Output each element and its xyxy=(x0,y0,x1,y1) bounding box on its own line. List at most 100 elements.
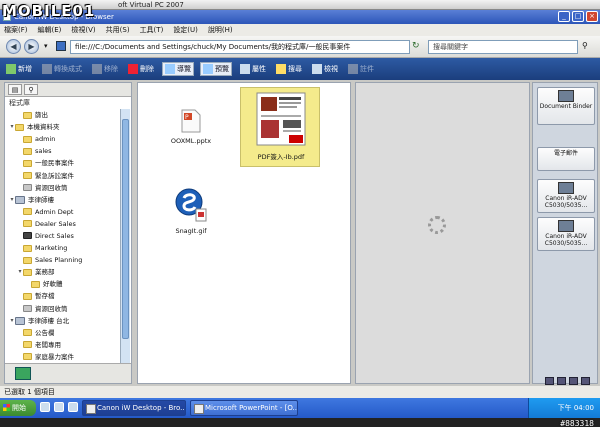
toolbar-button[interactable]: 導覽 xyxy=(162,62,194,76)
menu-item[interactable]: 說明(H) xyxy=(208,24,233,36)
printer-icon xyxy=(558,182,574,194)
help-icon[interactable] xyxy=(581,377,590,385)
menu-item[interactable]: 編輯(E) xyxy=(38,24,62,36)
library-tree-item[interactable]: Marketing xyxy=(5,242,121,254)
media-icon[interactable] xyxy=(68,402,78,412)
library-tree-item[interactable]: Dealer Sales xyxy=(5,218,121,230)
library-tree-label: Direct Sales xyxy=(35,231,74,240)
back-icon[interactable]: ◀ xyxy=(6,39,21,54)
toolbar-button[interactable]: 屬性 xyxy=(238,63,268,75)
library-tree-item[interactable]: 好軟體 xyxy=(5,278,121,290)
library-tree-label: 家庭暴力案件 xyxy=(35,352,74,361)
watermark: #883318 xyxy=(560,419,594,427)
start-button[interactable]: 開始 xyxy=(0,400,36,416)
menu-item[interactable]: 檢視(V) xyxy=(71,24,95,36)
library-tree-item[interactable]: Admin Dept xyxy=(5,206,121,218)
toolbar-button[interactable]: 註件 xyxy=(346,63,376,75)
menu-item[interactable]: 檔案(F) xyxy=(4,24,28,36)
library-tree-label: 暫存檔 xyxy=(35,292,55,301)
library-footer-icon[interactable] xyxy=(15,367,31,380)
toolbar-button-label: 屬性 xyxy=(252,65,266,73)
folder-icon xyxy=(23,135,32,143)
printer-button[interactable]: Canon iR-ADV C5030/5035... xyxy=(537,179,595,213)
maximize-icon[interactable]: □ xyxy=(572,11,584,22)
pdf-thumbnail-icon xyxy=(256,92,306,146)
toolbar-button-icon xyxy=(6,64,16,74)
library-tree-label: 業務部 xyxy=(35,268,55,277)
email-button[interactable]: 電子郵件 xyxy=(537,147,595,171)
task-canon[interactable]: Canon iW Desktop - Bro... xyxy=(82,400,186,416)
toolbar: 新增 轉換成式 移除 刪除 導覽 預覽 屬性 搜尋 檢視 註件 xyxy=(0,58,600,80)
library-tree-item[interactable]: 暫存檔 xyxy=(5,290,121,302)
destination-label: Canon iR-ADV C5030/5035... xyxy=(544,233,588,247)
library-tree-item[interactable]: 家庭暴力案件 xyxy=(5,351,121,363)
toolbar-button[interactable]: 檢視 xyxy=(310,63,340,75)
close-icon[interactable]: × xyxy=(586,11,598,22)
folder-icon xyxy=(23,208,32,216)
ie-icon[interactable] xyxy=(54,402,64,412)
forward-icon[interactable]: ▶ xyxy=(24,39,39,54)
library-tree-item[interactable]: ▾ 業務部 xyxy=(5,266,121,278)
file-item-selected[interactable]: PDF簽入-Ib.pdf xyxy=(250,91,312,161)
printer-button[interactable]: Canon iR-ADV C5030/5035... xyxy=(537,217,595,251)
dropdown-icon[interactable]: ▾ xyxy=(44,42,48,50)
library-tree-item[interactable]: admin xyxy=(5,133,121,145)
library-tree-item[interactable]: Direct Sales xyxy=(5,230,121,242)
toolbar-button-icon xyxy=(240,64,250,74)
address-input[interactable]: file:///C:/Documents and Settings/chuck/… xyxy=(70,40,410,54)
view-icon[interactable] xyxy=(569,377,578,385)
folder-up-icon[interactable] xyxy=(56,41,66,51)
folder-icon xyxy=(23,292,32,300)
toolbar-button[interactable]: 預覽 xyxy=(200,62,232,76)
menu-item[interactable]: 設定(U) xyxy=(173,24,198,36)
library-tree-item[interactable]: 資源回收筒 xyxy=(5,303,121,315)
search-icon[interactable]: ⚲ xyxy=(582,41,588,50)
task-powerpoint[interactable]: Microsoft PowerPoint - [O... xyxy=(190,400,298,416)
view-icon[interactable] xyxy=(545,377,554,385)
toolbar-button[interactable]: 刪除 xyxy=(126,63,156,75)
search-tab-icon[interactable]: ⚲ xyxy=(24,84,38,95)
library-tree-item[interactable]: 公告欄 xyxy=(5,327,121,339)
file-name: SnagIt.gif xyxy=(175,227,207,235)
library-tree-item[interactable]: 資源回收筒 xyxy=(5,182,121,194)
library-tab-icon[interactable]: ▤ xyxy=(8,84,22,95)
folder-icon xyxy=(15,123,24,131)
library-tree-item[interactable]: 一般民事案件 xyxy=(5,157,121,169)
toolbar-button[interactable]: 移除 xyxy=(90,63,120,75)
folder-icon xyxy=(23,329,32,337)
file-name: OOXML.pptx xyxy=(170,137,212,145)
minimize-icon[interactable]: _ xyxy=(558,11,570,22)
library-tree-item[interactable]: sales xyxy=(5,145,121,157)
file-item[interactable]: SnagIt.gif xyxy=(166,187,216,235)
search-input[interactable]: 搜尋關鍵字 xyxy=(428,40,578,54)
folder-icon xyxy=(23,159,32,167)
folder-icon xyxy=(23,172,32,180)
library-tree-item[interactable]: Sales Planning xyxy=(5,254,121,266)
library-tree-item[interactable]: ▾ 李律師樓 xyxy=(5,194,121,206)
desktop-icon[interactable] xyxy=(40,402,50,412)
file-item[interactable]: P OOXML.pptx xyxy=(166,109,216,145)
view-icon[interactable] xyxy=(557,377,566,385)
library-tree-item[interactable]: 篩出 xyxy=(5,109,121,121)
menu-item[interactable]: 工具(T) xyxy=(140,24,164,36)
library-tree-item[interactable]: 緊急訴訟案件 xyxy=(5,169,121,181)
toolbar-button[interactable]: 新增 xyxy=(4,63,34,75)
recycle-bin-icon xyxy=(23,184,32,192)
library-scrollbar[interactable] xyxy=(120,109,130,365)
library-tree-item[interactable]: 老闆專用 xyxy=(5,339,121,351)
toolbar-button[interactable]: 轉換成式 xyxy=(40,63,84,75)
binder-icon xyxy=(558,90,574,102)
library-tree-item[interactable]: ▾ 本機資料夾 xyxy=(5,121,121,133)
scrollbar-thumb[interactable] xyxy=(122,119,129,339)
folder-icon xyxy=(23,353,32,361)
document-binder-button[interactable]: Document Binder xyxy=(537,87,595,125)
refresh-icon[interactable]: ↻ xyxy=(412,41,420,51)
toolbar-button[interactable]: 搜尋 xyxy=(274,63,304,75)
menu-item[interactable]: 共用(S) xyxy=(106,24,130,36)
toolbar-button-label: 搜尋 xyxy=(288,65,302,73)
destination-label: 電子郵件 xyxy=(553,150,578,157)
server-icon xyxy=(15,316,25,325)
library-tree-item[interactable]: ▾ 李律師樓 台北 xyxy=(5,315,121,327)
taskbar: 開始 Canon iW Desktop - Bro... Microsoft P… xyxy=(0,398,600,418)
status-bar: 已選取 1 個項目 xyxy=(0,386,600,398)
